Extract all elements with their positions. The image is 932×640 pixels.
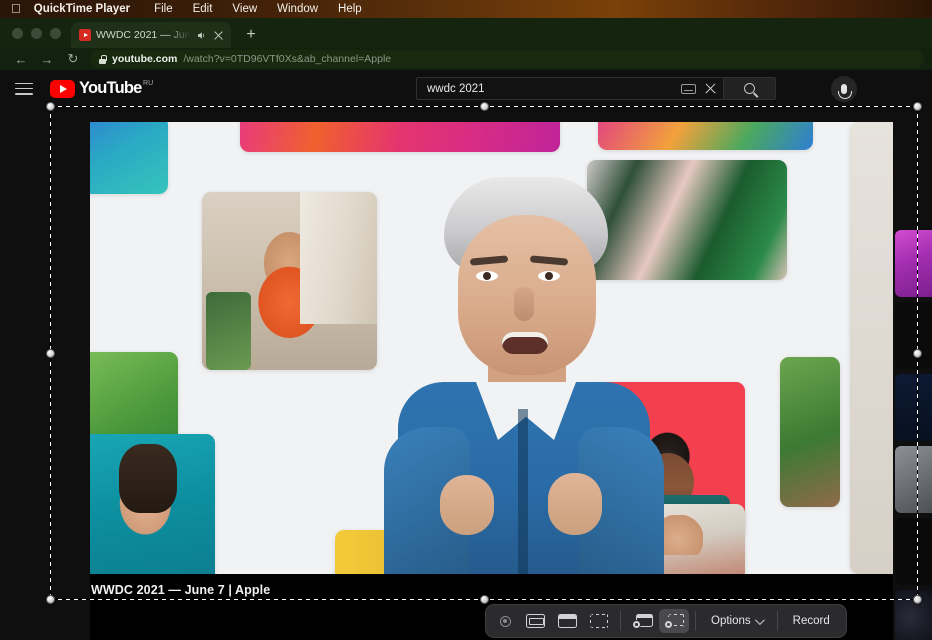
facetime-tile [850, 122, 893, 574]
video-player[interactable]: WWDC 2021 — June 7 | Apple [90, 122, 893, 640]
search-icon [744, 83, 755, 94]
browser-chrome: WWDC 2021 — June 7 | Ap + ← → ↻ youtube.… [0, 18, 932, 70]
toolbar-divider [776, 611, 778, 631]
menu-item-app-name[interactable]: QuickTime Player [32, 0, 144, 18]
voice-search-button[interactable] [831, 76, 857, 102]
macos-menu-bar:  QuickTime Player File Edit View Window… [0, 0, 932, 18]
arrow-left-icon[interactable]: ← [8, 49, 34, 69]
youtube-play-icon [50, 79, 75, 98]
new-tab-button[interactable]: + [237, 22, 265, 48]
speaker-playing-icon[interactable] [196, 30, 207, 41]
microphone-icon [837, 84, 852, 99]
chevron-down-icon [754, 614, 765, 625]
youtube-favicon [79, 29, 91, 41]
search-button[interactable] [724, 77, 776, 100]
record-selected-portion-button[interactable] [659, 609, 689, 633]
url-domain: youtube.com [112, 53, 178, 65]
menu-item-help[interactable]: Help [328, 0, 372, 18]
youtube-logo[interactable]: YouTube RU [50, 78, 154, 98]
toolbar-divider [695, 611, 696, 631]
menu-item-window[interactable]: Window [267, 0, 328, 18]
record-screen-icon [631, 613, 653, 629]
capture-entire-screen-button[interactable] [520, 609, 550, 633]
zoom-window-button[interactable] [50, 28, 61, 39]
record-selection-icon [663, 613, 685, 629]
youtube-country-code: RU [143, 79, 154, 87]
page-title: WWDC 2021 — June 7 | Apple [91, 583, 271, 597]
record-entire-screen-button[interactable] [627, 609, 657, 633]
list-item[interactable] [895, 374, 932, 441]
list-item[interactable] [895, 446, 932, 513]
url-path: /watch?v=0TD96VTf0Xs&ab_channel=Apple [183, 53, 392, 65]
search-bar: wwdc 2021 [416, 77, 776, 100]
list-item[interactable] [895, 590, 932, 640]
minimize-window-button[interactable] [31, 28, 42, 39]
facetime-tile [780, 357, 840, 507]
full-screen-icon [525, 614, 545, 628]
menu-item-file[interactable]: File [144, 0, 183, 18]
hamburger-menu-icon[interactable] [12, 80, 36, 98]
facetime-tile [598, 122, 813, 150]
facetime-tile [240, 122, 560, 152]
facetime-tile [90, 434, 215, 574]
options-button[interactable]: Options [701, 609, 772, 633]
menu-item-view[interactable]: View [222, 0, 267, 18]
reload-icon[interactable]: ↻ [60, 49, 86, 69]
clear-icon[interactable] [704, 82, 717, 95]
capture-selected-window-button[interactable] [552, 609, 582, 633]
keyboard-icon[interactable] [681, 83, 696, 94]
presenter-figure [372, 177, 672, 574]
youtube-page: YouTube RU wwdc 2021 WWDC 2021 — June 7 … [0, 70, 932, 640]
recommended-videos-rail [895, 122, 932, 640]
facetime-tile [90, 122, 168, 194]
search-input[interactable]: wwdc 2021 [416, 77, 724, 100]
tab-strip: WWDC 2021 — June 7 | Ap + [0, 18, 932, 48]
tab-title: WWDC 2021 — June 7 | Ap [96, 29, 191, 41]
search-query-text: wwdc 2021 [427, 82, 485, 95]
facetime-tile [202, 192, 377, 370]
selection-icon [589, 614, 609, 628]
youtube-header: YouTube RU wwdc 2021 [0, 70, 932, 107]
address-input[interactable]: youtube.com/watch?v=0TD96VTf0Xs&ab_chann… [90, 50, 924, 68]
menu-item-edit[interactable]: Edit [183, 0, 223, 18]
screenshot-toolbar: Options Record [485, 604, 847, 638]
browser-tab[interactable]: WWDC 2021 — June 7 | Ap [71, 22, 231, 48]
video-frame[interactable] [90, 122, 893, 574]
youtube-logo-text: YouTube [79, 78, 142, 97]
close-window-button[interactable] [12, 28, 23, 39]
record-button[interactable]: Record [783, 609, 840, 633]
toolbar-divider [620, 611, 621, 631]
list-item[interactable] [895, 230, 932, 297]
arrow-right-icon[interactable]: → [34, 49, 60, 69]
apple-logo-icon[interactable]:  [8, 2, 32, 16]
window-icon [557, 614, 577, 628]
options-label: Options [711, 615, 751, 627]
screen:  QuickTime Player File Edit View Window… [0, 0, 932, 640]
list-item[interactable] [895, 518, 932, 585]
close-icon[interactable] [212, 29, 225, 42]
list-item[interactable] [895, 302, 932, 369]
record-label: Record [792, 615, 830, 627]
capture-selected-portion-button[interactable] [584, 609, 614, 633]
window-controls [0, 28, 71, 48]
camera-icon [494, 610, 516, 632]
address-bar-row: ← → ↻ youtube.com/watch?v=0TD96VTf0Xs&ab… [0, 48, 932, 70]
video-content [90, 122, 893, 574]
lock-icon [99, 54, 107, 64]
